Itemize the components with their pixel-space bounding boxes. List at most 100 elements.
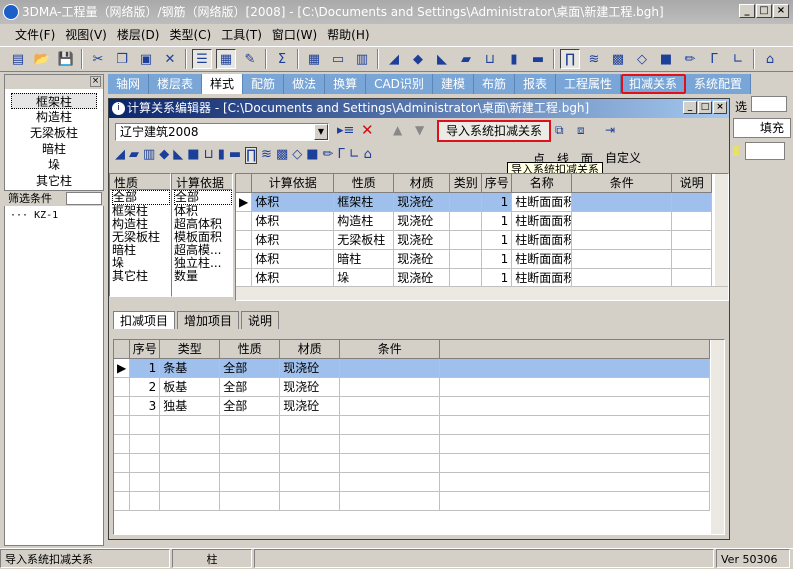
col-index[interactable]: 序号 xyxy=(129,340,161,359)
beam-icon[interactable]: ◢ xyxy=(115,147,125,164)
wall-icon[interactable]: ▥ xyxy=(143,147,155,164)
brick-wall-icon[interactable]: ▩ xyxy=(608,49,628,69)
opening-icon[interactable]: ⊔ xyxy=(204,147,214,164)
table-row[interactable]: 3 独基 全部 现浇砼 xyxy=(114,396,711,416)
tab-cad-recognition[interactable]: CAD识别 xyxy=(366,74,433,94)
delete-icon[interactable]: ✕ xyxy=(160,49,180,69)
cell-material[interactable]: 现浇砼 xyxy=(393,211,451,231)
cell-property[interactable]: 全部 xyxy=(219,358,281,378)
cell-property[interactable]: 全部 xyxy=(219,396,281,416)
dialog-maximize-button[interactable]: □ xyxy=(698,101,712,114)
vertical-scrollbar[interactable] xyxy=(714,174,728,286)
vertical-scrollbar[interactable] xyxy=(710,340,724,534)
cell-index[interactable]: 1 xyxy=(481,192,513,212)
beam-icon[interactable]: ◢ xyxy=(384,49,404,69)
cell-property[interactable]: 全部 xyxy=(219,377,281,397)
table-row[interactable]: ▶ 1 条基 全部 现浇砼 xyxy=(114,358,711,378)
cell-index[interactable]: 2 xyxy=(129,377,161,397)
cell-condition[interactable] xyxy=(339,358,441,378)
menu-tools[interactable]: 工具(T) xyxy=(216,26,267,43)
tab-deduction-items[interactable]: 扣减项目 xyxy=(113,311,176,329)
col-material[interactable]: 材质 xyxy=(393,174,451,193)
minimize-button[interactable]: _ xyxy=(739,4,755,18)
wall-icon[interactable]: ▥ xyxy=(352,49,372,69)
brick-wall-icon[interactable]: ▩ xyxy=(276,147,288,164)
cell-index[interactable]: 3 xyxy=(129,396,161,416)
standard-select[interactable]: 辽宁建筑2008 ▼ xyxy=(115,123,329,141)
cell-material[interactable]: 现浇砼 xyxy=(279,396,341,416)
cell-category[interactable] xyxy=(449,211,483,231)
tab-system-config[interactable]: 系统配置 xyxy=(686,74,752,94)
tab-rebar[interactable]: 配筋 xyxy=(243,74,285,94)
pillar-icon[interactable]: ∏ xyxy=(560,49,580,69)
table-row[interactable]: ▶ 体积 框架柱 现浇砼 1 柱断面面积 xyxy=(236,192,713,212)
menu-floor[interactable]: 楼层(D) xyxy=(112,26,165,43)
calc-basis-filter-item[interactable]: 全部 xyxy=(174,190,232,205)
copy-relation-icon[interactable]: ⧉ xyxy=(555,123,564,138)
tab-conversion[interactable]: 换算 xyxy=(325,74,367,94)
table-row[interactable] xyxy=(114,434,711,454)
cell-category[interactable] xyxy=(449,230,483,250)
type-item-beamless-slab-column[interactable]: 无梁板柱 xyxy=(5,125,103,141)
cell-note[interactable] xyxy=(671,211,713,231)
col-property[interactable]: 性质 xyxy=(219,340,281,359)
table-row[interactable]: 2 板基 全部 现浇砼 xyxy=(114,377,711,397)
filter-input[interactable] xyxy=(66,192,102,205)
sum-icon[interactable]: Σ xyxy=(272,49,292,69)
cell-material[interactable]: 现浇砼 xyxy=(393,192,451,212)
component-list-icon[interactable]: ☰ xyxy=(192,49,212,69)
tab-project-properties[interactable]: 工程属性 xyxy=(555,74,621,94)
menu-view[interactable]: 视图(V) xyxy=(60,26,112,43)
tree-item[interactable]: KZ-1 xyxy=(34,210,58,221)
col-condition[interactable]: 条件 xyxy=(571,174,673,193)
copy-icon[interactable]: ❐ xyxy=(112,49,132,69)
col-note[interactable]: 说明 xyxy=(671,174,713,193)
tab-floor-table[interactable]: 楼层表 xyxy=(149,74,203,94)
block-icon[interactable]: ■ xyxy=(656,49,676,69)
grid-icon[interactable]: ▦ xyxy=(304,49,324,69)
cell-index[interactable]: 1 xyxy=(129,358,161,378)
col-calc-basis[interactable]: 计算依据 xyxy=(251,174,335,193)
cell-material[interactable]: 现浇砼 xyxy=(279,377,341,397)
cell-property[interactable]: 垛 xyxy=(333,268,395,288)
table-row[interactable] xyxy=(114,453,711,473)
column-icon[interactable]: ◆ xyxy=(408,49,428,69)
cell-index[interactable]: 1 xyxy=(481,268,513,288)
house-icon[interactable]: ⌂ xyxy=(760,49,780,69)
insert-row-icon[interactable]: ▸≡ xyxy=(337,123,354,138)
type-item-frame-column[interactable]: 框架柱 xyxy=(11,93,97,109)
slab-icon[interactable]: ▰ xyxy=(129,147,139,164)
cell-material[interactable]: 现浇砼 xyxy=(393,268,451,288)
move-down-icon[interactable]: ▼ xyxy=(415,123,424,137)
tab-axis[interactable]: 轴网 xyxy=(108,74,150,94)
stairs-icon[interactable]: ≋ xyxy=(584,49,604,69)
col-type[interactable]: 类型 xyxy=(159,340,221,359)
block-icon[interactable]: ■ xyxy=(187,147,199,164)
menu-help[interactable]: 帮助(H) xyxy=(322,26,374,43)
edit-icon[interactable]: ✎ xyxy=(240,49,260,69)
opening-icon[interactable]: ⊔ xyxy=(480,49,500,69)
cell-name[interactable]: 柱断面面积 xyxy=(511,249,573,269)
import-system-deduction-button[interactable]: 导入系统扣减关系 xyxy=(437,120,551,142)
table-row[interactable] xyxy=(114,472,711,492)
close-icon[interactable]: × xyxy=(90,76,101,87)
table-row[interactable] xyxy=(114,491,711,511)
type-item-pilaster[interactable]: 垛 xyxy=(5,157,103,173)
property-table-icon[interactable]: ▦ xyxy=(216,49,236,69)
exit-icon[interactable]: ⇥ xyxy=(605,123,615,137)
table-row[interactable]: 体积 构造柱 现浇砼 1 柱断面面积 xyxy=(236,211,713,231)
angle-icon[interactable]: ∟ xyxy=(349,147,360,164)
foundation-icon[interactable]: ◣ xyxy=(432,49,452,69)
menu-file[interactable]: 文件(F) xyxy=(10,26,60,43)
cell-category[interactable] xyxy=(449,268,483,288)
cell-type[interactable]: 板基 xyxy=(159,377,221,397)
tab-method[interactable]: 做法 xyxy=(284,74,326,94)
tab-added-items[interactable]: 增加项目 xyxy=(177,311,240,329)
close-button[interactable]: × xyxy=(773,4,789,18)
pencil-icon[interactable]: ✏ xyxy=(323,147,334,164)
angle-icon[interactable]: ∟ xyxy=(728,49,748,69)
cell-condition[interactable] xyxy=(571,268,673,288)
dialog-close-button[interactable]: × xyxy=(713,101,727,114)
fill-swatch[interactable] xyxy=(745,142,785,160)
foundation-icon[interactable]: ◣ xyxy=(173,147,183,164)
